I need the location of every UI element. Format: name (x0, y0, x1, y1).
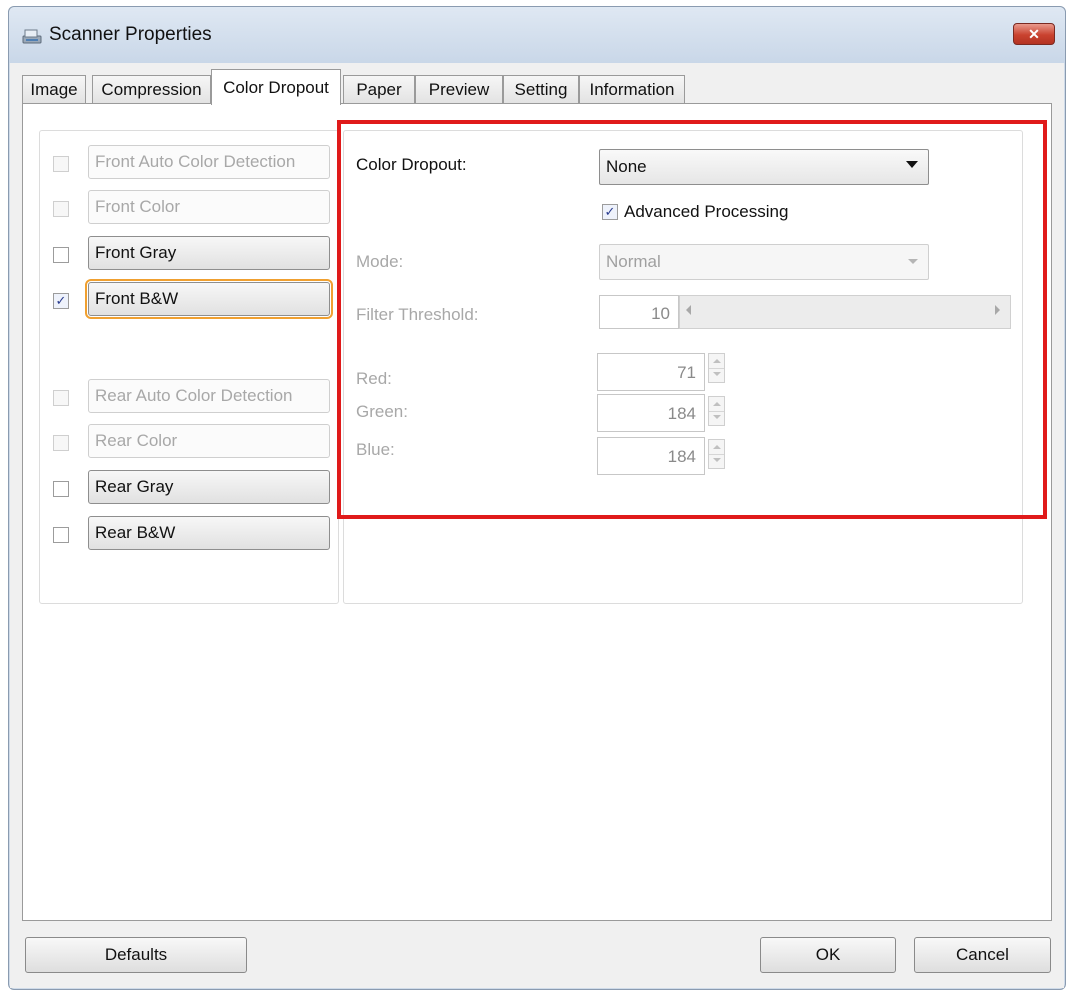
front-gray-checkbox[interactable] (53, 247, 69, 263)
button-label: OK (815, 945, 841, 964)
close-icon: ✕ (1028, 25, 1040, 42)
ok-button[interactable]: OK (760, 937, 896, 973)
tab-label: Information (589, 79, 675, 99)
rear-gray-button[interactable]: Rear Gray (88, 470, 330, 504)
blue-input[interactable]: 184 (597, 437, 705, 475)
advanced-processing-checkbox[interactable]: ✓ (602, 204, 618, 220)
red-label: Red: (356, 369, 392, 388)
spin-up-icon[interactable] (713, 359, 721, 363)
front-auto-color-checkbox[interactable] (53, 156, 69, 172)
spin-divider (709, 454, 724, 455)
tab-label: Color Dropout (223, 77, 329, 97)
spin-divider (709, 411, 724, 412)
tab-label: Preview (428, 79, 490, 99)
chevron-down-icon (906, 161, 918, 168)
item-label: Rear Gray (95, 477, 174, 496)
spin-divider (709, 368, 724, 369)
advanced-processing-label: Advanced Processing (624, 202, 789, 221)
front-gray-button[interactable]: Front Gray (88, 236, 330, 270)
spin-down-icon[interactable] (713, 458, 721, 462)
tab-information[interactable]: Information (579, 75, 685, 103)
mode-select[interactable]: Normal (599, 244, 929, 280)
color-dropout-tab-page: Front Auto Color Detection Front Color F… (22, 103, 1052, 921)
tab-image[interactable]: Image (22, 75, 86, 103)
rear-color-checkbox[interactable] (53, 435, 69, 451)
color-dropout-settings-group: Color Dropout: None ✓ Advanced Processin… (343, 130, 1023, 604)
tab-label: Image (30, 79, 78, 99)
color-dropout-label: Color Dropout: (356, 155, 467, 174)
blue-label: Blue: (356, 440, 395, 459)
scroll-left-icon[interactable] (686, 305, 691, 315)
title-bar: Scanner Properties ✕ (9, 7, 1065, 63)
tab-label: Paper (356, 79, 402, 99)
check-icon: ✓ (604, 204, 616, 219)
front-bw-button[interactable]: Front B&W (85, 279, 333, 319)
rear-auto-color-checkbox[interactable] (53, 390, 69, 406)
window-title: Scanner Properties (49, 24, 212, 45)
button-label: Cancel (956, 945, 1009, 964)
blue-spinner[interactable] (708, 439, 725, 469)
green-spinner[interactable] (708, 396, 725, 426)
filter-threshold-value[interactable]: 10 (599, 295, 679, 329)
close-button[interactable]: ✕ (1013, 23, 1055, 45)
tab-setting[interactable]: Setting (503, 75, 579, 103)
front-auto-color-detection-button[interactable]: Front Auto Color Detection (88, 145, 330, 179)
spin-down-icon[interactable] (713, 415, 721, 419)
spin-up-icon[interactable] (713, 445, 721, 449)
rear-bw-button[interactable]: Rear B&W (88, 516, 330, 550)
tab-label: Setting (514, 79, 568, 99)
mode-label: Mode: (356, 252, 404, 271)
item-label: Rear Color (95, 431, 178, 450)
rear-auto-color-detection-button[interactable]: Rear Auto Color Detection (88, 379, 330, 413)
scroll-right-icon[interactable] (995, 305, 1000, 315)
front-color-checkbox[interactable] (53, 201, 69, 217)
check-icon: ✓ (55, 293, 67, 308)
red-spinner[interactable] (708, 353, 725, 383)
red-input[interactable]: 71 (597, 353, 705, 391)
filter-threshold-label: Filter Threshold: (356, 305, 479, 324)
green-label: Green: (356, 402, 408, 421)
color-dropout-select[interactable]: None (599, 149, 929, 185)
image-selection-group: Front Auto Color Detection Front Color F… (39, 130, 339, 604)
scanner-app-icon (22, 29, 42, 44)
tab-label: Compression (101, 79, 202, 99)
item-label: Front Gray (95, 243, 177, 262)
tab-preview[interactable]: Preview (415, 75, 503, 103)
scanner-properties-dialog: Scanner Properties ✕ Image Compression C… (8, 6, 1066, 990)
select-value: Normal (606, 252, 661, 271)
button-label: Defaults (104, 945, 168, 964)
tab-color-dropout[interactable]: Color Dropout (211, 69, 341, 105)
tab-compression[interactable]: Compression (92, 75, 211, 103)
cancel-button[interactable]: Cancel (914, 937, 1051, 973)
item-label: Front Auto Color Detection (95, 152, 296, 171)
tab-paper[interactable]: Paper (343, 75, 415, 103)
filter-threshold-slider[interactable] (679, 295, 1011, 329)
front-bw-checkbox[interactable]: ✓ (53, 293, 69, 309)
item-label: Front Color (95, 197, 181, 216)
item-label: Rear Auto Color Detection (95, 386, 293, 405)
item-label: Rear B&W (95, 523, 176, 542)
rear-gray-checkbox[interactable] (53, 481, 69, 497)
rear-color-button[interactable]: Rear Color (88, 424, 330, 458)
dialog-client-area: Image Compression Color Dropout Paper Pr… (10, 63, 1064, 988)
green-input[interactable]: 184 (597, 394, 705, 432)
front-color-button[interactable]: Front Color (88, 190, 330, 224)
defaults-button[interactable]: Defaults (25, 937, 247, 973)
chevron-down-icon (908, 259, 918, 264)
item-label: Front B&W (95, 289, 179, 308)
spin-up-icon[interactable] (713, 402, 721, 406)
spin-down-icon[interactable] (713, 372, 721, 376)
select-value: None (606, 157, 647, 176)
rear-bw-checkbox[interactable] (53, 527, 69, 543)
